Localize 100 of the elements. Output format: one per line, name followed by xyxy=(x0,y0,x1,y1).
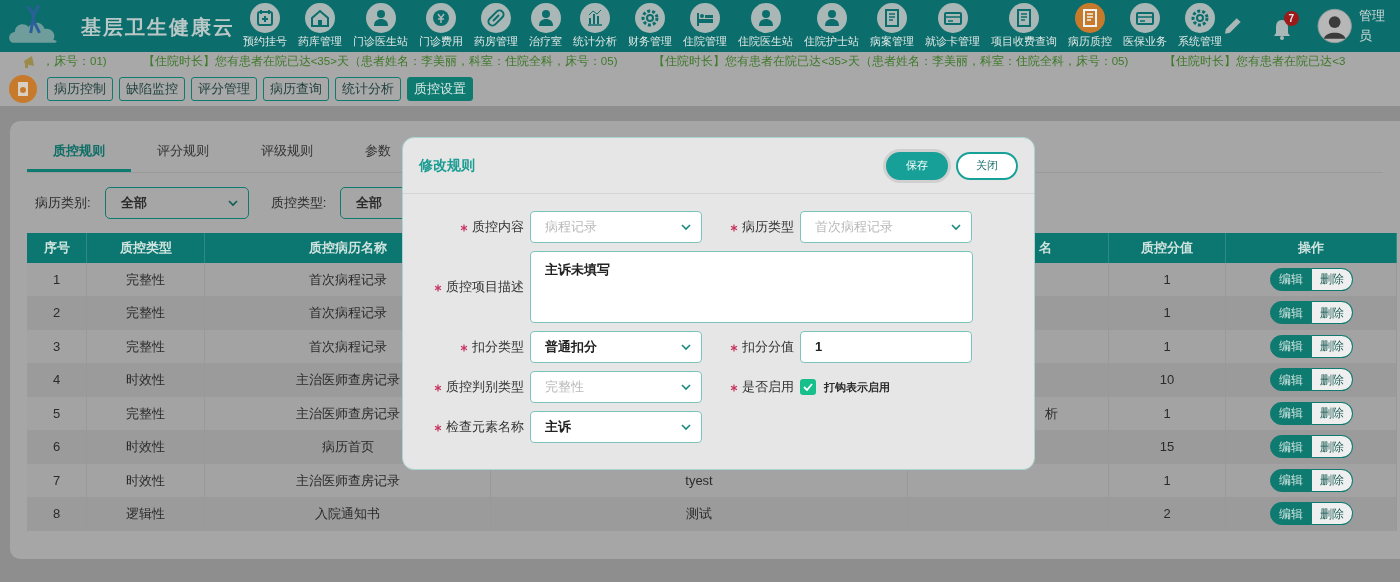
person-icon xyxy=(816,3,847,33)
table-cell: 6 xyxy=(27,430,87,464)
delete-button[interactable]: 删除 xyxy=(1311,435,1353,459)
avatar[interactable] xyxy=(1317,7,1353,44)
table-cell: 4 xyxy=(27,363,87,397)
edit-button[interactable]: 编辑 xyxy=(1269,368,1312,392)
table-cell: 1 xyxy=(1109,296,1226,330)
app-title: 基层卫生健康云 xyxy=(81,15,236,40)
column-header: 质控分值 xyxy=(1109,232,1226,263)
card-icon xyxy=(937,3,968,33)
notification-badge: 7 xyxy=(1283,10,1299,26)
nav-item[interactable]: 病历质控 xyxy=(1068,3,1113,48)
nav-item[interactable]: 药库管理 xyxy=(298,3,343,48)
gear-icon xyxy=(1185,3,1216,33)
delete-button[interactable]: 删除 xyxy=(1311,468,1353,492)
filter-dropdown[interactable]: 全部 xyxy=(104,186,249,219)
input-field[interactable]: 1 xyxy=(800,331,972,363)
edit-button[interactable]: 编辑 xyxy=(1269,502,1312,526)
edit-button[interactable]: 编辑 xyxy=(1269,468,1312,492)
nav-item[interactable]: 就诊卡管理 xyxy=(925,3,981,48)
edit-button[interactable]: 编辑 xyxy=(1269,301,1312,325)
delete-button[interactable]: 删除 xyxy=(1311,368,1353,392)
person-icon xyxy=(750,3,781,33)
close-button[interactable]: 关闭 xyxy=(956,151,1018,180)
table-cell: 8 xyxy=(27,497,87,531)
table-cell: 15 xyxy=(1109,430,1226,464)
chevron-icon xyxy=(681,423,691,431)
nav-item[interactable]: 治疗室 xyxy=(529,3,563,48)
nav-item[interactable]: 医保业务 xyxy=(1123,3,1168,48)
nav-item[interactable]: 病案管理 xyxy=(870,3,915,48)
house-icon xyxy=(305,3,336,33)
text-area[interactable]: 主诉未填写 xyxy=(530,251,973,323)
toolbar-button[interactable]: 缺陷监控 xyxy=(119,77,185,101)
delete-button[interactable]: 删除 xyxy=(1311,301,1353,325)
notice-text: ，床号：01) xyxy=(42,54,107,70)
table-cell: 2 xyxy=(27,296,87,330)
delete-button[interactable]: 删除 xyxy=(1311,334,1353,358)
gear-icon xyxy=(635,3,666,33)
edit-button[interactable]: 编辑 xyxy=(1269,334,1312,358)
table-cell: 2 xyxy=(1109,497,1226,531)
edit-button[interactable]: 编辑 xyxy=(1269,267,1312,291)
toolbar-button[interactable]: 病历控制 xyxy=(47,77,113,101)
field-label: 是否启用 xyxy=(742,379,794,395)
card-icon xyxy=(1130,3,1161,33)
document-icon[interactable] xyxy=(9,75,37,103)
person-icon xyxy=(530,3,561,33)
nav-item[interactable]: 住院医生站 xyxy=(738,3,794,48)
column-header: 序号 xyxy=(27,232,87,263)
column-header: 操作 xyxy=(1226,232,1397,263)
nav-item[interactable]: 门诊医生站 xyxy=(353,3,409,48)
nav-item[interactable]: 财务管理 xyxy=(628,3,673,48)
delete-button[interactable]: 删除 xyxy=(1311,502,1353,526)
checkbox-label: 打钩表示启用 xyxy=(824,379,890,395)
toolbar-button[interactable]: 质控设置 xyxy=(407,77,473,101)
chart-icon xyxy=(580,3,611,33)
tab[interactable]: 评分规则 xyxy=(131,135,235,172)
nav-item[interactable]: 系统管理 xyxy=(1178,3,1223,48)
bed-icon xyxy=(690,3,721,33)
delete-button[interactable]: 删除 xyxy=(1311,267,1353,291)
person-icon xyxy=(365,3,396,33)
dialog-title: 修改规则 xyxy=(419,156,475,175)
nav-item[interactable]: 项目收费查询 xyxy=(991,3,1058,48)
nav-item[interactable]: 药房管理 xyxy=(474,3,519,48)
filter-label: 病历类别: xyxy=(35,193,91,212)
table-cell: 时效性 xyxy=(87,430,205,464)
checkbox[interactable] xyxy=(800,379,816,395)
dropdown-field[interactable]: 主诉 xyxy=(530,411,702,443)
user-name[interactable]: 管理员 xyxy=(1358,6,1397,45)
edit-button[interactable]: 编辑 xyxy=(1269,435,1312,459)
field-label: 质控内容 xyxy=(472,219,524,235)
nav-item[interactable]: 住院管理 xyxy=(683,3,728,48)
chevron-icon xyxy=(227,198,238,207)
delete-button[interactable]: 删除 xyxy=(1311,401,1353,425)
notice-text: 【住院时长】您有患者在院已达<3 xyxy=(1164,54,1346,70)
chevron-icon xyxy=(681,383,691,391)
table-cell: 时效性 xyxy=(87,363,205,397)
nav-item[interactable]: 预约挂号 xyxy=(243,3,288,48)
coin-icon xyxy=(426,3,457,33)
table-cell: 完整性 xyxy=(87,296,205,330)
table-cell: 测试 xyxy=(491,497,908,531)
nav-item[interactable]: 住院护士站 xyxy=(804,3,860,48)
filter-label: 质控类型: xyxy=(270,193,327,212)
column-header: 质控类型 xyxy=(87,232,205,263)
chevron-icon xyxy=(951,223,961,231)
table-cell: 入院通知书 xyxy=(205,497,491,531)
save-button[interactable]: 保存 xyxy=(886,151,948,180)
checkmark-icon xyxy=(803,383,813,391)
dropdown-field[interactable]: 普通扣分 xyxy=(530,331,702,363)
nav-item[interactable]: 统计分析 xyxy=(573,3,618,48)
notice-text: 【住院时长】您有患者在院已达<35>天（患者姓名：李美丽，科室：住院全科，床号：05) xyxy=(142,54,618,70)
toolbar-button[interactable]: 统计分析 xyxy=(335,77,401,101)
tab[interactable]: 评级规则 xyxy=(235,135,339,172)
edit-button[interactable]: 编辑 xyxy=(1269,401,1312,425)
toolbar-button[interactable]: 病历查询 xyxy=(263,77,329,101)
toolbar-button[interactable]: 评分管理 xyxy=(191,77,257,101)
nav-item[interactable]: 门诊费用 xyxy=(419,3,464,48)
document-icon xyxy=(1009,3,1040,33)
table-cell: 10 xyxy=(1109,363,1226,397)
calendar-icon xyxy=(250,3,281,33)
chevron-icon xyxy=(681,343,691,351)
